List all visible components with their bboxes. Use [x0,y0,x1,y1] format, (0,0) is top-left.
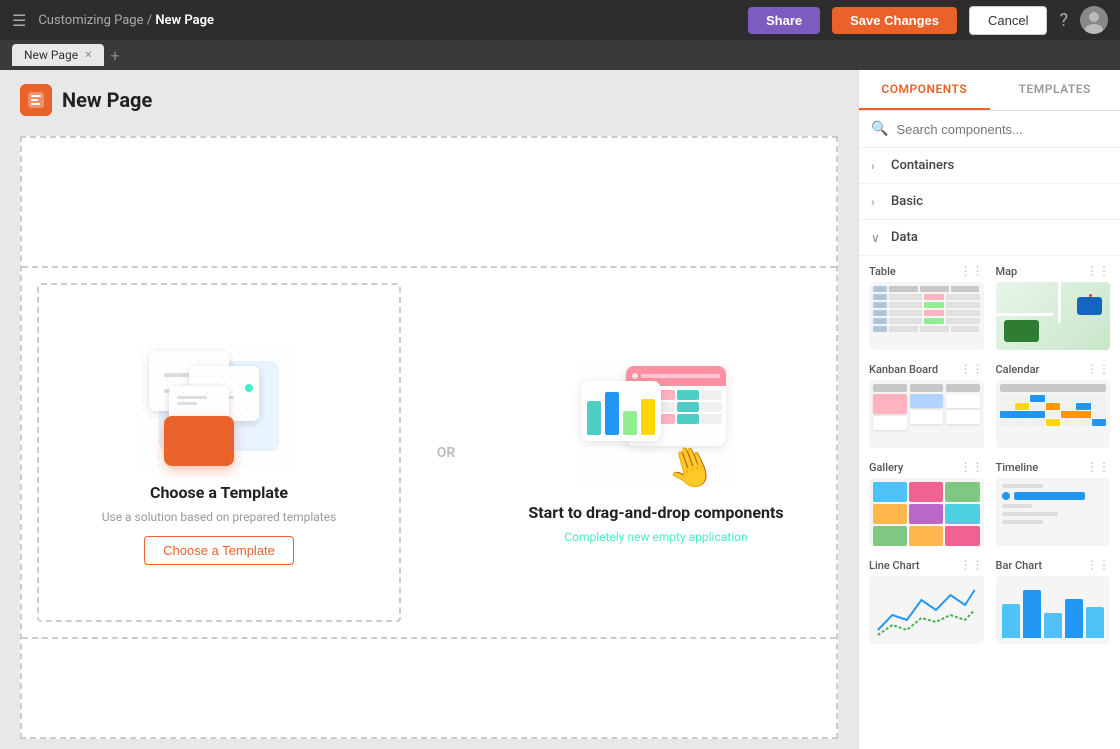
add-tab-icon[interactable]: + [110,46,119,65]
timeline-thumbnail[interactable] [996,478,1111,546]
bar-chart-thumbnail[interactable] [996,576,1111,644]
tab-bar: New Page ✕ + [0,40,1120,70]
component-table-label: Table [869,265,896,278]
component-bar-chart-label: Bar Chart [996,559,1043,572]
components-grid: Table ⋮⋮ [859,256,1120,652]
tab-label: New Page [24,48,78,62]
category-data[interactable]: ∨ Data [859,220,1120,256]
drag-drop-panel: 🤚 Start to drag-and-drop components Comp… [476,268,836,637]
navbar: ☰ Customizing Page / New Page Share Save… [0,0,1120,40]
choose-template-title: Choose a Template [150,483,288,502]
calendar-thumbnail[interactable] [996,380,1111,448]
drag-title: Start to drag-and-drop components [528,503,783,522]
or-label: OR [416,445,476,461]
gallery-thumbnail[interactable] [869,478,984,546]
help-icon[interactable]: ? [1059,10,1068,31]
component-bar-chart: Bar Chart ⋮⋮ [996,558,1111,644]
page-title: New Page [62,88,152,112]
map-thumbnail[interactable] [996,282,1111,350]
sidebar-tabs: COMPONENTS TEMPLATES [859,70,1120,111]
drag-handle-icon-map[interactable]: ⋮⋮ [1086,264,1110,278]
choose-template-button[interactable]: Choose a Template [144,536,294,565]
main-layout: New Page [0,70,1120,749]
choose-template-panel: Choose a Template Use a solution based o… [37,283,401,622]
page-icon [20,84,52,116]
component-line-chart-label: Line Chart [869,559,920,572]
tab-templates[interactable]: TEMPLATES [990,70,1120,110]
canvas-bottom-section [22,637,836,737]
canvas-body: Choose a Template Use a solution based o… [0,126,858,749]
canvas-middle: Choose a Template Use a solution based o… [22,268,836,637]
category-basic-label: Basic [891,194,923,209]
drag-handle-icon-calendar[interactable]: ⋮⋮ [1086,362,1110,376]
right-sidebar: COMPONENTS TEMPLATES 🔍 › Containers › Ba… [858,70,1120,749]
drag-hand-icon: 🤚 [660,437,723,498]
drag-handle-icon[interactable]: ⋮⋮ [960,264,984,278]
component-map: Map ⋮⋮ [996,264,1111,350]
drag-handle-icon-line[interactable]: ⋮⋮ [960,558,984,572]
page-icon-svg [26,90,46,110]
drag-handle-icon-timeline[interactable]: ⋮⋮ [1086,460,1110,474]
tab-components[interactable]: COMPONENTS [859,70,990,110]
drag-handle-icon-kanban[interactable]: ⋮⋮ [960,362,984,376]
drag-bar-thumb [581,381,661,441]
search-icon: 🔍 [871,121,888,137]
component-timeline-label: Timeline [996,461,1039,474]
hamburger-icon[interactable]: ☰ [12,11,26,30]
category-data-label: Data [891,230,918,245]
drag-sub: Completely new empty application [564,530,747,544]
cancel-button[interactable]: Cancel [969,6,1047,35]
chevron-right-icon-2: › [871,195,883,209]
breadcrumb-parent[interactable]: Customizing Page [38,13,143,28]
page-tab[interactable]: New Page ✕ [12,44,104,66]
breadcrumb-current: New Page [155,13,214,28]
chevron-down-icon: ∨ [871,231,883,245]
search-input[interactable] [896,122,1108,137]
choose-template-sub: Use a solution based on prepared templat… [102,510,337,524]
chevron-right-icon: › [871,159,883,173]
canvas-main-section: Choose a Template Use a solution based o… [22,268,836,737]
component-timeline: Timeline ⋮⋮ [996,460,1111,546]
template-illustration [139,341,299,471]
drag-illustration: 🤚 [576,361,736,491]
avatar[interactable] [1080,6,1108,34]
component-gallery: Gallery ⋮⋮ [869,460,984,546]
page-header: New Page [0,70,858,126]
category-containers[interactable]: › Containers [859,148,1120,184]
canvas-area: New Page [0,70,858,749]
drag-handle-icon-gallery[interactable]: ⋮⋮ [960,460,984,474]
table-thumbnail[interactable] [869,282,984,350]
canvas-outer: Choose a Template Use a solution based o… [20,136,838,739]
component-gallery-label: Gallery [869,461,903,474]
component-calendar: Calendar ⋮⋮ [996,362,1111,448]
sidebar-search: 🔍 [859,111,1120,148]
share-button[interactable]: Share [748,7,820,34]
component-kanban-label: Kanban Board [869,363,938,376]
component-line-chart: Line Chart ⋮⋮ [869,558,984,644]
category-containers-label: Containers [891,158,954,173]
save-button[interactable]: Save Changes [832,7,957,34]
component-calendar-label: Calendar [996,363,1040,376]
tab-close-icon[interactable]: ✕ [84,50,92,61]
line-chart-thumbnail[interactable] [869,576,984,644]
category-basic[interactable]: › Basic [859,184,1120,220]
component-table: Table ⋮⋮ [869,264,984,350]
sidebar-scroll: › Containers › Basic ∨ Data Table ⋮⋮ [859,148,1120,749]
component-kanban: Kanban Board ⋮⋮ [869,362,984,448]
component-map-label: Map [996,265,1018,278]
breadcrumb: Customizing Page / New Page [38,13,214,28]
drag-handle-icon-bar[interactable]: ⋮⋮ [1086,558,1110,572]
kanban-thumbnail[interactable] [869,380,984,448]
canvas-top-section [22,138,836,268]
